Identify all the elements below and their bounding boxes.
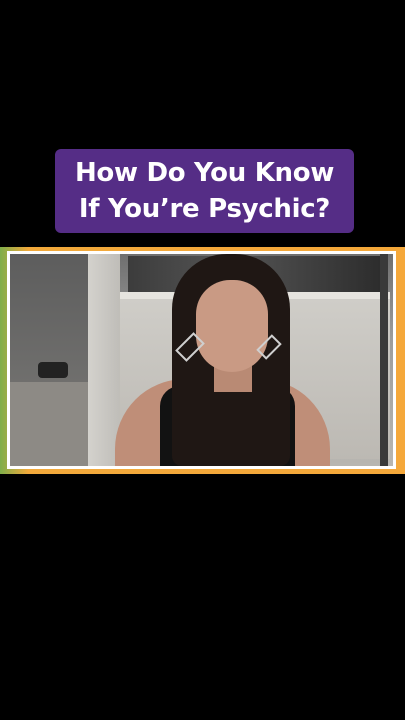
background-bag	[38, 362, 68, 378]
person-face	[196, 280, 268, 372]
video-title-banner: How Do You Know If You’re Psychic?	[55, 149, 354, 233]
title-line-1: How Do You Know	[74, 158, 335, 188]
video-frame	[0, 247, 405, 474]
background-pillar	[88, 254, 120, 466]
video-player[interactable]	[10, 254, 393, 466]
background-rail	[380, 254, 388, 466]
video-inner-border	[7, 251, 396, 469]
title-line-2: If You’re Psychic?	[78, 194, 331, 224]
